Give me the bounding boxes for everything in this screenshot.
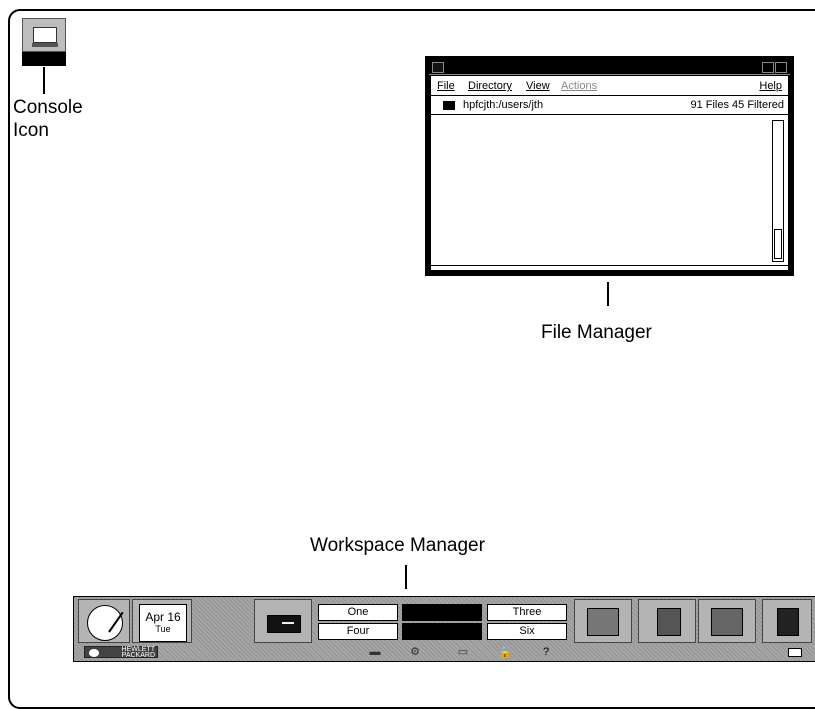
console-icon-label-2: Icon (13, 120, 49, 141)
menu-directory[interactable]: Directory (468, 80, 512, 92)
app-manager-button[interactable] (698, 599, 756, 643)
menu-actions[interactable]: Actions (561, 80, 597, 92)
workspace-two-button[interactable] (402, 604, 482, 621)
workspace-manager-label: Workspace Manager (310, 535, 485, 556)
light-icon (788, 648, 802, 657)
calendar-day: Tue (155, 624, 171, 634)
folder-icon (443, 101, 455, 110)
file-manager-callout-line (607, 282, 609, 306)
workspace-five-button[interactable] (402, 623, 482, 640)
console-callout-line (43, 67, 45, 94)
file-manager-label: File Manager (541, 322, 652, 343)
status-row: HEWLETT PACKARD ▬ ⚙ ▭ 🔒 ? (78, 645, 812, 659)
current-path: hpfcjth:/users/jth (463, 99, 544, 111)
keyboard-icon[interactable]: ▭ (448, 646, 478, 658)
mail-button[interactable] (254, 599, 312, 643)
window-menu-button[interactable] (432, 62, 444, 73)
console-icon-label-1: Console (13, 97, 83, 118)
lock-icon[interactable]: 🔒 (498, 646, 512, 659)
trash-icon (777, 608, 799, 636)
terminal-icon[interactable]: ▬ (365, 646, 385, 658)
hp-logo-icon (89, 649, 99, 657)
workspace-callout-line (405, 565, 407, 589)
mail-icon (267, 615, 301, 633)
scrollbar-thumb[interactable] (774, 229, 782, 259)
printer-icon (587, 608, 619, 636)
calendar[interactable]: Apr 16 Tue (132, 599, 192, 643)
file-manager-window[interactable]: File Directory View Actions Help hpfcjth… (425, 56, 794, 276)
workspace-six-button[interactable]: Six (487, 623, 567, 640)
file-count: 91 Files 45 Filtered (690, 99, 784, 111)
menu-view[interactable]: View (526, 80, 550, 92)
calendar-date: Apr 16 (145, 610, 181, 624)
menu-file[interactable]: File (437, 80, 455, 92)
clock[interactable] (78, 599, 130, 643)
workspace-four-button[interactable]: Four (318, 623, 398, 640)
style-manager-button[interactable] (638, 599, 696, 643)
workspace-one-button[interactable]: One (318, 604, 398, 621)
trash-button[interactable] (762, 599, 812, 643)
application-manager-icon (711, 608, 743, 636)
hp-logo: HEWLETT PACKARD (84, 646, 158, 659)
vertical-scrollbar[interactable] (772, 120, 784, 262)
maximize-button[interactable] (775, 62, 787, 73)
window-bell-icon[interactable]: ⚙ (405, 646, 425, 658)
clock-icon (87, 605, 123, 641)
style-manager-icon (657, 608, 681, 636)
help-icon[interactable]: ? (543, 646, 549, 658)
front-panel: Apr 16 Tue One Three Four Six HEWLETT PA… (73, 596, 815, 662)
file-manager-menubar: File Directory View Actions Help (431, 76, 788, 96)
console-icon[interactable] (22, 18, 66, 66)
window-titlebar[interactable] (429, 60, 790, 75)
calendar-icon: Apr 16 Tue (139, 604, 187, 642)
terminal-console-icon (22, 18, 66, 52)
printer-button[interactable] (574, 599, 632, 643)
workspace-three-button[interactable]: Three (487, 604, 567, 621)
menu-help[interactable]: Help (759, 80, 782, 92)
path-bar: hpfcjth:/users/jth 91 Files 45 Filtered (431, 96, 788, 115)
minimize-button[interactable] (762, 62, 774, 73)
help-glyph: ? (543, 646, 550, 658)
